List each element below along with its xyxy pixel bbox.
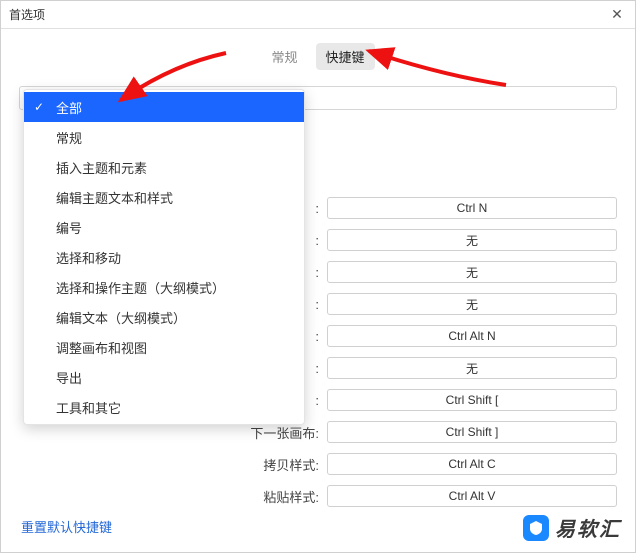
tabs: 常规 快捷键 (1, 29, 635, 80)
shortcut-value[interactable]: 无 (327, 357, 617, 379)
shortcut-value[interactable]: Ctrl Shift ] (327, 421, 617, 443)
reset-link[interactable]: 重置默认快捷键 (21, 517, 112, 536)
dropdown-item[interactable]: 调整画布和视图 (24, 332, 304, 362)
dropdown-item[interactable]: 编辑文本（大纲模式） (24, 302, 304, 332)
shortcut-value[interactable]: 无 (327, 293, 617, 315)
annotation-arrow-2 (361, 45, 511, 95)
shortcut-row: 拷贝样式: Ctrl Alt C (19, 448, 617, 480)
shortcut-value[interactable]: 无 (327, 261, 617, 283)
shortcut-label: 下一张画布: (19, 423, 319, 442)
category-dropdown[interactable]: 全部常规插入主题和元素编辑主题文本和样式编号选择和移动选择和操作主题（大纲模式）… (23, 89, 305, 425)
dropdown-item[interactable]: 常规 (24, 122, 304, 152)
shortcut-label: 拷贝样式: (19, 455, 319, 474)
shortcut-value[interactable]: Ctrl Alt V (327, 485, 617, 507)
shortcut-value[interactable]: Ctrl Alt N (327, 325, 617, 347)
close-icon[interactable]: ✕ (607, 6, 627, 23)
window-title: 首选项 (9, 6, 45, 23)
preferences-window: 首选项 ✕ 常规 快捷键 :Ctrl N:无:无:无:Ctrl Alt N:无:… (0, 0, 636, 553)
tab-general[interactable]: 常规 (261, 43, 307, 70)
dropdown-item[interactable]: 工具和其它 (24, 392, 304, 422)
dropdown-item[interactable]: 选择和操作主题（大纲模式） (24, 272, 304, 302)
shortcut-label: 粘贴样式: (19, 487, 319, 506)
dropdown-item[interactable]: 选择和移动 (24, 242, 304, 272)
shortcut-value[interactable]: Ctrl Alt C (327, 453, 617, 475)
dropdown-item[interactable]: 编辑主题文本和样式 (24, 182, 304, 212)
brand-logo-icon (523, 515, 549, 541)
brand-text: 易软汇 (555, 513, 621, 542)
shortcut-value[interactable]: Ctrl N (327, 197, 617, 219)
dropdown-item[interactable]: 编号 (24, 212, 304, 242)
shortcut-row: 粘贴样式: Ctrl Alt V (19, 480, 617, 512)
dropdown-item[interactable]: 导出 (24, 362, 304, 392)
shortcut-value[interactable]: 无 (327, 229, 617, 251)
shortcut-value[interactable]: Ctrl Shift [ (327, 389, 617, 411)
titlebar: 首选项 ✕ (1, 1, 635, 29)
dropdown-item[interactable]: 插入主题和元素 (24, 152, 304, 182)
annotation-arrow-1 (111, 45, 231, 115)
brand: 易软汇 (523, 513, 621, 542)
